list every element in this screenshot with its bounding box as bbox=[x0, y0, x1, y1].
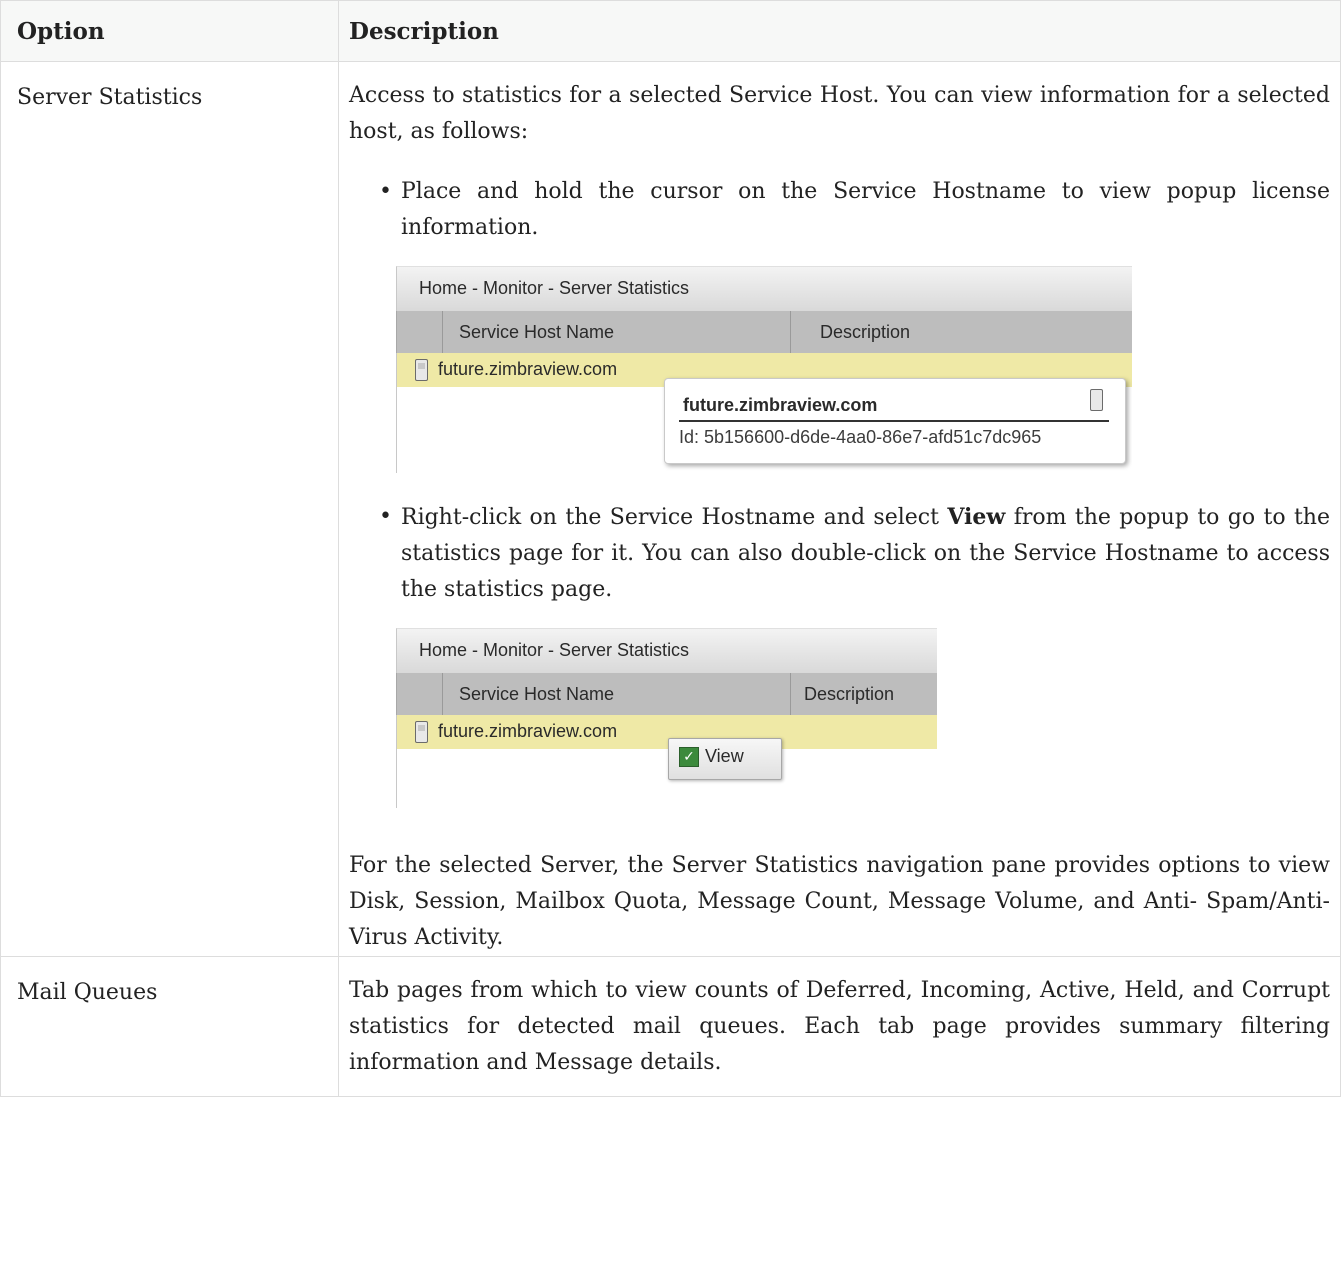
column-header-bar: Service Host Name Description bbox=[396, 311, 1132, 353]
checkmark-icon: ✓ bbox=[679, 747, 699, 767]
column-service-host-name[interactable]: Service Host Name bbox=[459, 684, 614, 705]
host-row[interactable]: future.zimbraview.com bbox=[396, 715, 937, 749]
column-description[interactable]: Description bbox=[820, 322, 910, 343]
host-name[interactable]: future.zimbraview.com bbox=[438, 721, 617, 742]
host-tooltip: future.zimbraview.com Id: 5b156600-d6de-… bbox=[664, 378, 1126, 464]
view-keyword: View bbox=[947, 504, 1006, 530]
description-server-statistics: Access to statistics for a selected Serv… bbox=[338, 61, 1341, 957]
options-table: Option Description Server Statistics Acc… bbox=[0, 0, 1341, 1097]
table-header-row: Option Description bbox=[0, 0, 1341, 62]
breadcrumb: Home - Monitor - Server Statistics bbox=[419, 640, 690, 660]
breadcrumb: Home - Monitor - Server Statistics bbox=[419, 278, 690, 298]
bullet-text: Right-click on the Service Hostname and … bbox=[401, 505, 948, 530]
list-item: • Right-click on the Service Hostname an… bbox=[379, 499, 1330, 608]
host-name[interactable]: future.zimbraview.com bbox=[438, 359, 617, 380]
server-device-icon bbox=[1090, 389, 1103, 411]
table-row: Mail Queues Tab pages from which to view… bbox=[0, 956, 1341, 1097]
screenshot-hostname-tooltip: Home - Monitor - Server Statistics Servi… bbox=[396, 266, 1132, 473]
bullet-icon: • bbox=[379, 179, 392, 204]
column-header-bar: Service Host Name Description bbox=[396, 673, 937, 715]
column-service-host-name[interactable]: Service Host Name bbox=[459, 322, 614, 343]
bullet-icon: • bbox=[379, 504, 392, 529]
column-description[interactable]: Description bbox=[804, 684, 894, 705]
screenshot-view-menu: Home - Monitor - Server Statistics Servi… bbox=[396, 628, 937, 808]
description-mail-queues: Tab pages from which to view counts of D… bbox=[338, 956, 1341, 1097]
header-option: Option bbox=[0, 0, 339, 62]
outro-text: For the selected Server, the Server Stat… bbox=[349, 853, 1330, 950]
tooltip-id: Id: 5b156600-d6de-4aa0-86e7-afd51c7dc965 bbox=[679, 427, 1042, 447]
bullet-text: Place and hold the cursor on the Service… bbox=[401, 179, 1330, 240]
view-menu-label[interactable]: View bbox=[705, 746, 744, 767]
tooltip-title: future.zimbraview.com bbox=[683, 395, 878, 415]
context-menu-view[interactable]: ✓ View bbox=[668, 738, 782, 780]
option-server-statistics: Server Statistics bbox=[0, 61, 339, 957]
option-mail-queues: Mail Queues bbox=[0, 956, 339, 1097]
header-description: Description bbox=[338, 0, 1341, 62]
table-row: Server Statistics Access to statistics f… bbox=[0, 61, 1341, 957]
mail-queues-text: Tab pages from which to view counts of D… bbox=[349, 978, 1330, 1075]
list-item: • Place and hold the cursor on the Servi… bbox=[379, 174, 1330, 246]
intro-text: Access to statistics for a selected Serv… bbox=[349, 83, 1330, 144]
breadcrumb-bar: Home - Monitor - Server Statistics bbox=[396, 266, 1132, 311]
server-device-icon bbox=[415, 721, 428, 743]
breadcrumb-bar: Home - Monitor - Server Statistics bbox=[396, 628, 937, 673]
server-device-icon bbox=[415, 359, 428, 381]
